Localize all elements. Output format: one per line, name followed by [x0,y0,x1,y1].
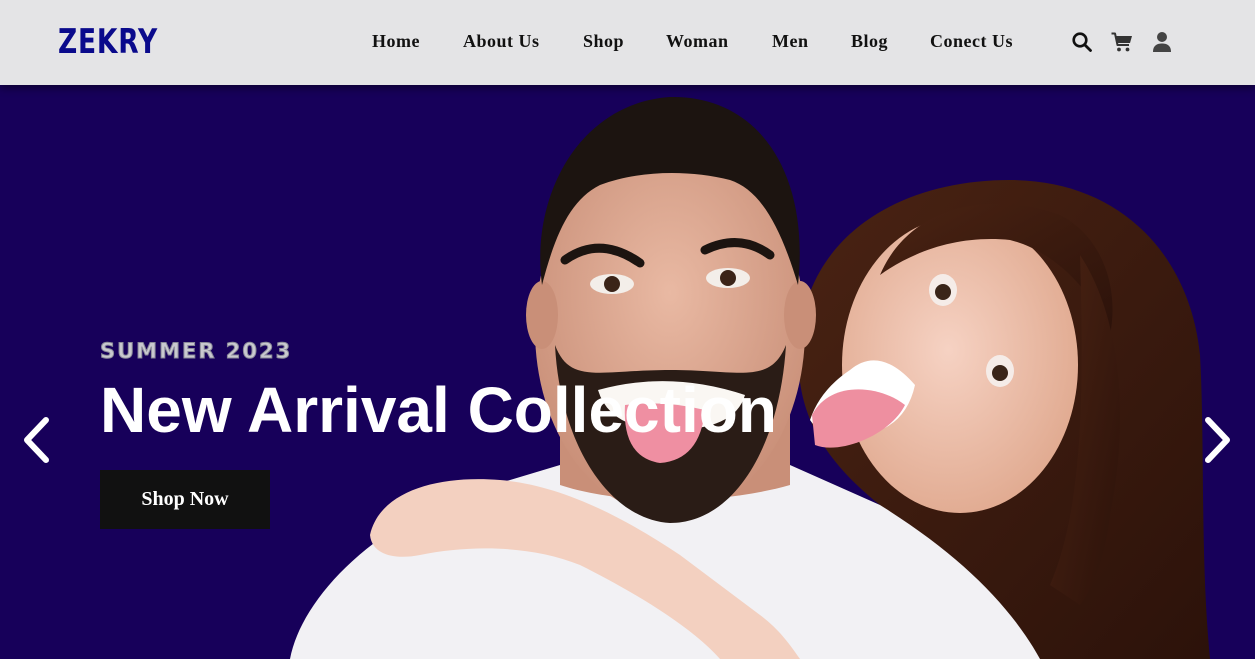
cart-icon[interactable] [1110,30,1134,54]
carousel-next-icon[interactable] [1200,415,1234,465]
nav-item-about-us[interactable]: About Us [463,31,540,52]
user-icon[interactable] [1150,30,1174,54]
nav-item-blog[interactable]: Blog [851,31,888,52]
carousel-prev-icon[interactable] [20,415,54,465]
site-logo[interactable]: ZEKRY [58,22,158,62]
hero-headline: New Arrival Collection [100,374,777,446]
shop-now-button[interactable]: Shop Now [100,470,270,529]
site-header: ZEKRY Home About Us Shop Woman Men Blog … [0,0,1255,85]
search-icon[interactable] [1070,30,1094,54]
hero-eyebrow: SUMMER 2023 [99,339,293,364]
nav-item-woman[interactable]: Woman [666,31,729,52]
nav-item-men[interactable]: Men [772,31,809,52]
nav-item-shop[interactable]: Shop [583,31,624,52]
nav-item-home[interactable]: Home [372,31,420,52]
nav-item-contact-us[interactable]: Conect Us [930,31,1013,52]
hero-banner: SUMMER 2023 New Arrival Collection Shop … [0,85,1255,659]
